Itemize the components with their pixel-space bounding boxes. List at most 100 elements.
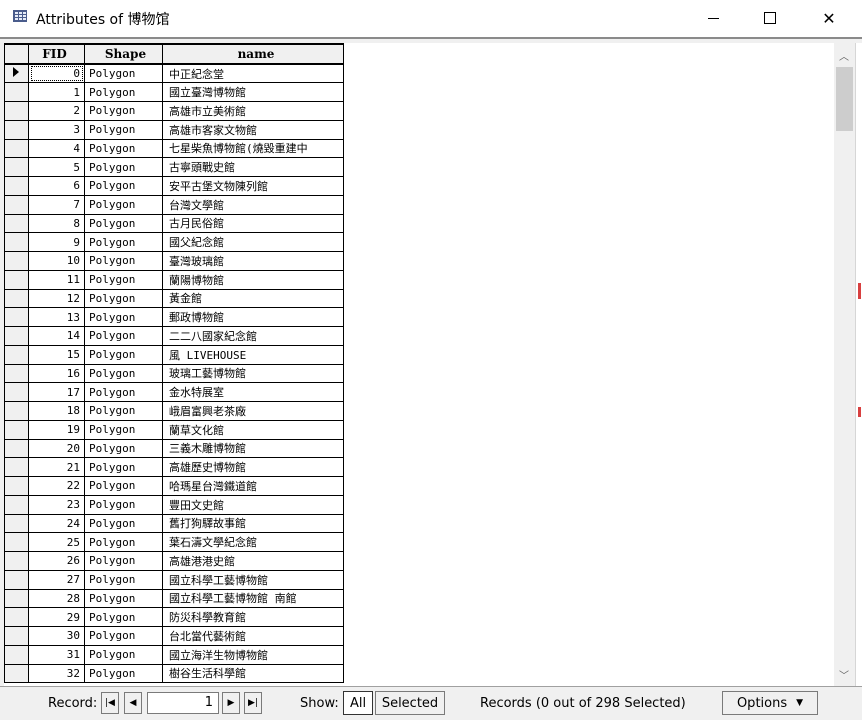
table-row[interactable]: 14 Polygon 二二八國家紀念館 — [4, 326, 344, 346]
table-row[interactable]: 4 Polygon 七星柴魚博物館(燒毀重建中 — [4, 138, 344, 159]
table-row[interactable]: 18 Polygon 峨眉富興老茶廠 — [4, 401, 344, 421]
shape-cell[interactable]: Polygon — [84, 326, 163, 346]
fid-cell[interactable]: 18 — [28, 401, 85, 421]
shape-cell[interactable]: Polygon — [84, 626, 163, 646]
fid-cell[interactable]: 11 — [28, 269, 85, 290]
name-cell[interactable]: 哈瑪星台灣鐵道館 — [162, 476, 344, 496]
table-row[interactable]: 6 Polygon 安平古堡文物陳列館 — [4, 176, 344, 196]
table-row[interactable]: 16 Polygon 玻璃工藝博物館 — [4, 363, 344, 384]
fid-cell[interactable]: 2 — [28, 101, 85, 121]
fid-cell[interactable]: 8 — [28, 213, 85, 234]
row-selector[interactable] — [4, 494, 29, 515]
row-selector[interactable] — [4, 119, 29, 140]
table-row[interactable]: 25 Polygon 葉石濤文學紀念館 — [4, 532, 344, 552]
column-header-fid[interactable]: FID — [28, 43, 85, 65]
fid-cell[interactable]: 28 — [28, 588, 85, 609]
options-button[interactable]: Options ▼ — [722, 691, 818, 715]
row-selector[interactable] — [4, 176, 29, 196]
fid-cell[interactable]: 22 — [28, 476, 85, 496]
shape-cell[interactable]: Polygon — [84, 532, 163, 552]
row-selector[interactable] — [4, 588, 29, 609]
name-cell[interactable]: 國立臺灣博物館 — [162, 82, 344, 102]
row-selector[interactable] — [4, 213, 29, 234]
name-cell[interactable]: 蘭陽博物館 — [162, 269, 344, 290]
table-row[interactable]: 32 Polygon 樹谷生活科學館 — [4, 663, 344, 684]
row-selector[interactable] — [4, 513, 29, 534]
row-selector[interactable] — [4, 288, 29, 309]
name-cell[interactable]: 古寧頭戰史館 — [162, 157, 344, 177]
name-cell[interactable]: 峨眉富興老茶廠 — [162, 401, 344, 421]
close-button[interactable]: ✕ — [806, 0, 852, 36]
shape-cell[interactable]: Polygon — [84, 457, 163, 477]
table-row[interactable]: 5 Polygon 古寧頭戰史館 — [4, 157, 344, 177]
column-header-shape[interactable]: Shape — [84, 43, 163, 65]
row-selector[interactable] — [4, 401, 29, 421]
fid-cell[interactable]: 5 — [28, 157, 85, 177]
row-selector[interactable] — [4, 232, 29, 252]
shape-cell[interactable]: Polygon — [84, 213, 163, 234]
table-row[interactable]: 12 Polygon 黃金館 — [4, 288, 344, 309]
row-selector[interactable] — [4, 457, 29, 477]
row-selector[interactable] — [4, 532, 29, 552]
fid-cell[interactable]: 23 — [28, 494, 85, 515]
table-row[interactable]: 22 Polygon 哈瑪星台灣鐵道館 — [4, 476, 344, 496]
name-cell[interactable]: 古月民俗館 — [162, 213, 344, 234]
shape-cell[interactable]: Polygon — [84, 588, 163, 609]
fid-cell[interactable]: 21 — [28, 457, 85, 477]
fid-cell[interactable]: 9 — [28, 232, 85, 252]
table-row[interactable]: 1 Polygon 國立臺灣博物館 — [4, 82, 344, 102]
shape-cell[interactable]: Polygon — [84, 363, 163, 384]
table-row[interactable]: 21 Polygon 高雄歷史博物館 — [4, 457, 344, 477]
shape-cell[interactable]: Polygon — [84, 82, 163, 102]
shape-cell[interactable]: Polygon — [84, 101, 163, 121]
scroll-down-button[interactable]: ﹀ — [834, 664, 854, 684]
name-cell[interactable]: 高雄歷史博物館 — [162, 457, 344, 477]
name-cell[interactable]: 郵政博物館 — [162, 307, 344, 327]
table-row[interactable]: 26 Polygon 高雄港港史館 — [4, 551, 344, 571]
name-cell[interactable]: 七星柴魚博物館(燒毀重建中 — [162, 138, 344, 159]
name-cell[interactable]: 國立海洋生物博物館 — [162, 644, 344, 665]
fid-cell[interactable]: 16 — [28, 363, 85, 384]
fid-cell[interactable]: 19 — [28, 419, 85, 440]
shape-cell[interactable]: Polygon — [84, 194, 163, 215]
name-cell[interactable]: 樹谷生活科學館 — [162, 663, 344, 684]
name-cell[interactable]: 黃金館 — [162, 288, 344, 309]
row-selector[interactable] — [4, 607, 29, 627]
row-selector[interactable] — [4, 438, 29, 459]
fid-cell[interactable]: 12 — [28, 288, 85, 309]
table-row[interactable]: 27 Polygon 國立科學工藝博物館 — [4, 569, 344, 590]
scroll-thumb[interactable] — [836, 67, 853, 131]
shape-cell[interactable]: Polygon — [84, 476, 163, 496]
name-cell[interactable]: 高雄港港史館 — [162, 551, 344, 571]
row-selector[interactable] — [4, 663, 29, 684]
table-row[interactable]: 0 Polygon 中正紀念堂 — [4, 63, 344, 84]
shape-cell[interactable]: Polygon — [84, 307, 163, 327]
table-row[interactable]: 13 Polygon 郵政博物館 — [4, 307, 344, 327]
name-cell[interactable]: 風 LIVEHOUSE — [162, 344, 344, 365]
table-row[interactable]: 24 Polygon 舊打狗驛故事館 — [4, 513, 344, 534]
shape-cell[interactable]: Polygon — [84, 401, 163, 421]
row-selector[interactable] — [4, 344, 29, 365]
fid-cell[interactable]: 27 — [28, 569, 85, 590]
name-cell[interactable]: 安平古堡文物陳列館 — [162, 176, 344, 196]
row-selector[interactable] — [4, 644, 29, 665]
table-row[interactable]: 19 Polygon 蘭草文化館 — [4, 419, 344, 440]
row-selector[interactable] — [4, 251, 29, 271]
shape-cell[interactable]: Polygon — [84, 138, 163, 159]
row-selector[interactable] — [4, 63, 29, 84]
name-cell[interactable]: 三義木雕博物館 — [162, 438, 344, 459]
shape-cell[interactable]: Polygon — [84, 288, 163, 309]
table-row[interactable]: 28 Polygon 國立科學工藝博物館 南館 — [4, 588, 344, 609]
first-record-button[interactable]: |◀ — [101, 692, 119, 714]
row-selector[interactable] — [4, 307, 29, 327]
row-selector[interactable] — [4, 101, 29, 121]
maximize-button[interactable] — [747, 0, 793, 36]
name-cell[interactable]: 臺灣玻璃館 — [162, 251, 344, 271]
fid-cell[interactable]: 6 — [28, 176, 85, 196]
fid-cell[interactable]: 24 — [28, 513, 85, 534]
name-cell[interactable]: 金水特展室 — [162, 382, 344, 402]
fid-cell[interactable]: 25 — [28, 532, 85, 552]
table-row[interactable]: 11 Polygon 蘭陽博物館 — [4, 269, 344, 290]
table-row[interactable]: 29 Polygon 防災科學教育館 — [4, 607, 344, 627]
table-row[interactable]: 9 Polygon 國父紀念館 — [4, 232, 344, 252]
